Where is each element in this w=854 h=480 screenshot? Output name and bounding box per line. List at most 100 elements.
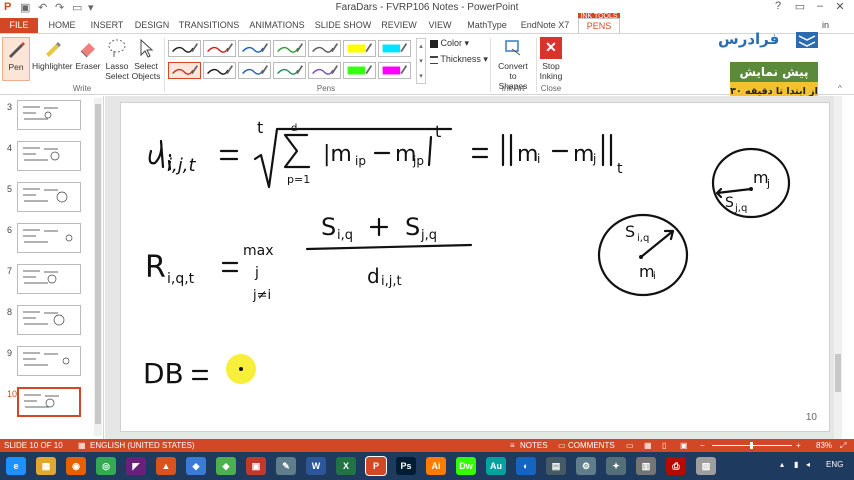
tab-transitions[interactable]: TRANSITIONS <box>176 18 242 33</box>
explorer-taskbar-icon[interactable]: ▦ <box>36 457 56 475</box>
matlab-taskbar-icon[interactable]: ▲ <box>156 457 176 475</box>
zoom-in-button[interactable]: + <box>796 439 801 452</box>
app8-taskbar-icon[interactable]: ◆ <box>216 457 236 475</box>
chrome-taskbar-icon[interactable]: ◎ <box>96 457 116 475</box>
slide-thumbnail[interactable] <box>17 141 81 171</box>
dreamweaver-taskbar-icon[interactable]: Dw <box>456 457 476 475</box>
pen-swatch[interactable] <box>308 62 341 79</box>
app22-taskbar-icon[interactable]: ▥ <box>636 457 656 475</box>
fit-slide-icon[interactable]: ⤢ <box>840 439 846 452</box>
tab-insert[interactable]: INSERT <box>86 18 128 33</box>
lasso-select-button[interactable]: Lasso Select <box>104 37 130 81</box>
pen-button[interactable]: Pen <box>2 37 30 81</box>
photoshop-taskbar-icon[interactable]: Ps <box>396 457 416 475</box>
firefox-taskbar-icon[interactable]: ◉ <box>66 457 86 475</box>
tab-home[interactable]: HOME <box>42 18 82 33</box>
tab-mathtype[interactable]: MathType <box>462 18 512 33</box>
app19-taskbar-icon[interactable]: ▤ <box>546 457 566 475</box>
tab-design[interactable]: DESIGN <box>132 18 172 33</box>
zoom-level[interactable]: 83% <box>816 439 832 452</box>
app24-taskbar-icon[interactable]: ▨ <box>696 457 716 475</box>
pen-swatch[interactable] <box>273 40 306 57</box>
pen-swatch[interactable] <box>343 62 376 79</box>
tab-file[interactable]: FILE <box>0 18 38 33</box>
excel-taskbar-icon[interactable]: X <box>336 457 356 475</box>
help-icon[interactable]: ? <box>768 0 788 16</box>
thickness-button[interactable]: Thickness ▾ <box>430 54 488 65</box>
svg-text:S: S <box>625 222 635 241</box>
ribbon-display-icon[interactable]: ▭ <box>790 0 810 16</box>
network-icon[interactable]: ▮ <box>794 460 798 469</box>
app10-taskbar-icon[interactable]: ✎ <box>276 457 296 475</box>
app18-taskbar-icon[interactable]: ◐ <box>516 457 536 475</box>
slideshow-view-icon[interactable]: ▣ <box>680 439 688 452</box>
gallery-scroll[interactable]: ▴ ▾ ▾ <box>416 38 426 84</box>
thumbnail-ink-preview <box>24 394 59 408</box>
zoom-out-button[interactable]: − <box>700 439 705 452</box>
acrobat-taskbar-icon[interactable]: ⎙ <box>666 457 686 475</box>
pen-swatch[interactable] <box>203 40 236 57</box>
slide-canvas[interactable]: i,j,t t d p=1 |m ip m jp t m i m j t R i… <box>120 102 830 432</box>
thumbnail-scrollbar[interactable] <box>94 98 102 436</box>
pen-swatch[interactable] <box>203 62 236 79</box>
tab-review[interactable]: REVIEW <box>378 18 420 33</box>
highlighter-button[interactable]: Highlighter <box>32 37 73 71</box>
stop-inking-button[interactable]: ✕ Stop Inking <box>538 37 564 81</box>
canvas-scroll-thumb[interactable] <box>835 354 841 392</box>
pen-swatch[interactable] <box>238 40 271 57</box>
eraser-button[interactable]: Eraser <box>74 37 102 71</box>
reading-view-icon[interactable]: ▯ <box>662 439 666 452</box>
select-objects-button[interactable]: Select Objects <box>131 37 161 81</box>
pen-swatch[interactable] <box>308 40 341 57</box>
tab-slide-show[interactable]: SLIDE SHOW <box>312 18 374 33</box>
visual-studio-taskbar-icon[interactable]: ◤ <box>126 457 146 475</box>
convert-to-shapes-button[interactable]: Convert to Shapes <box>494 37 532 91</box>
audition-taskbar-icon[interactable]: Au <box>486 457 506 475</box>
minimize-icon[interactable]: – <box>810 0 830 16</box>
tab-animations[interactable]: ANIMATIONS <box>246 18 308 33</box>
normal-view-icon[interactable]: ▭ <box>626 439 634 452</box>
pen-swatch[interactable] <box>378 62 411 79</box>
pen-swatch[interactable] <box>343 40 376 57</box>
slide-sorter-icon[interactable]: ▦ <box>644 439 652 452</box>
tab-pens[interactable]: PENS <box>578 18 620 33</box>
slide-thumbnail[interactable] <box>17 387 81 417</box>
slide-thumbnail[interactable] <box>17 223 81 253</box>
slide-thumbnail[interactable] <box>17 346 81 376</box>
slide-thumbnail[interactable] <box>17 264 81 294</box>
pen-swatch[interactable] <box>238 62 271 79</box>
comments-button[interactable]: COMMENTS <box>568 439 615 452</box>
app9-taskbar-icon[interactable]: ▣ <box>246 457 266 475</box>
slide-thumbnail[interactable] <box>17 182 81 212</box>
volume-icon[interactable]: ◂ <box>806 460 810 469</box>
close-window-icon[interactable]: ✕ <box>830 0 850 16</box>
powerpoint-taskbar-icon[interactable]: P <box>365 456 387 476</box>
pen-swatch[interactable] <box>273 62 306 79</box>
illustrator-taskbar-icon[interactable]: Ai <box>426 457 446 475</box>
scroll-thumb[interactable] <box>95 104 101 424</box>
language-status[interactable]: ENGLISH (UNITED STATES) <box>90 439 195 452</box>
slide-thumbnail[interactable] <box>17 100 81 130</box>
app7-taskbar-icon[interactable]: ◆ <box>186 457 206 475</box>
input-language[interactable]: ENG <box>826 460 843 469</box>
slide-thumbnail[interactable] <box>17 305 81 335</box>
ie-taskbar-icon[interactable]: e <box>6 457 26 475</box>
user-sign-in[interactable]: in <box>822 20 829 30</box>
notes-button[interactable]: NOTES <box>520 439 548 452</box>
color-button[interactable]: Color ▾ <box>430 38 469 49</box>
notes-icon[interactable]: ≡ <box>510 439 515 452</box>
tray-expand-icon[interactable]: ▴ <box>780 460 784 469</box>
canvas-scrollbar[interactable] <box>834 96 842 439</box>
spell-check-icon[interactable]: ▦ <box>78 439 86 452</box>
word-taskbar-icon[interactable]: W <box>306 457 326 475</box>
tab-view[interactable]: VIEW <box>424 18 456 33</box>
zoom-slider-thumb[interactable] <box>750 442 753 449</box>
app20-taskbar-icon[interactable]: ⚙ <box>576 457 596 475</box>
tab-endnote[interactable]: EndNote X7 <box>518 18 572 33</box>
collapse-ribbon-icon[interactable]: ^ <box>838 84 842 93</box>
app21-taskbar-icon[interactable]: ✦ <box>606 457 626 475</box>
pen-swatch[interactable] <box>378 40 411 57</box>
comments-icon[interactable]: ▭ <box>558 439 566 452</box>
pen-swatch[interactable] <box>168 40 201 57</box>
pen-swatch[interactable] <box>168 62 201 79</box>
